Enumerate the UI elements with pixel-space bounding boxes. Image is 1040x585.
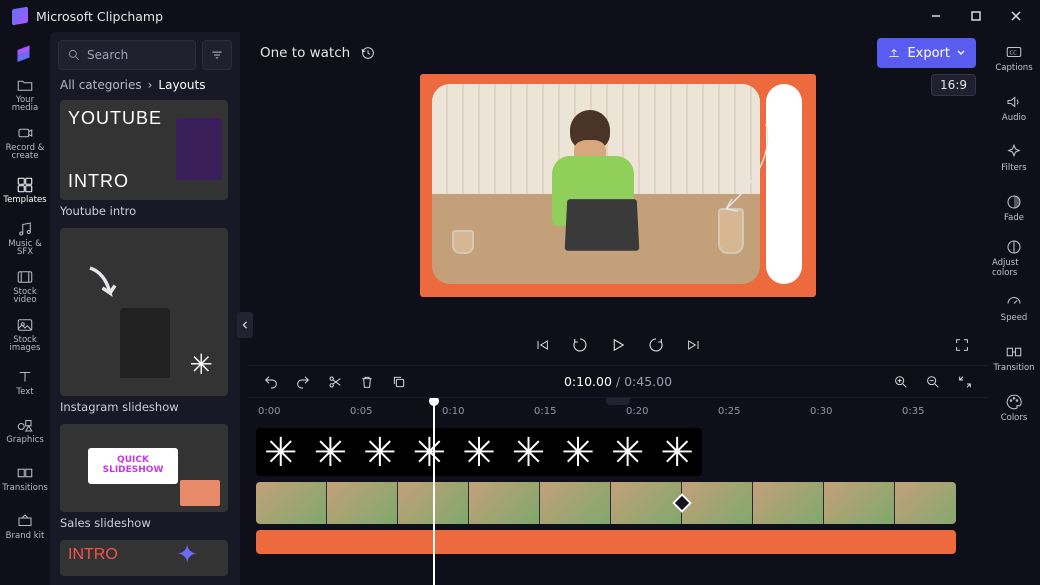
zoom-in-button[interactable] [892,373,910,391]
timeline-clip-audio[interactable] [256,530,956,554]
app-title: Microsoft Clipchamp [36,9,163,24]
fit-timeline-button[interactable] [956,373,974,391]
window-titlebar: Microsoft Clipchamp [0,0,1040,32]
search-input[interactable]: Search [58,40,196,70]
skip-back-button[interactable] [532,335,552,355]
export-button[interactable]: Export [877,38,976,68]
rewind-button[interactable] [570,335,590,355]
clipchamp-logo-icon [12,7,28,26]
aspect-ratio-selector[interactable]: 16:9 [931,74,976,96]
templates-panel: Search All categories › Layouts YOUTUBE … [50,32,240,585]
duplicate-button[interactable] [390,373,408,391]
window-minimize-button[interactable] [916,0,956,32]
delete-button[interactable] [358,373,376,391]
template-sales-slideshow[interactable]: QUICK SLIDESHOW Sales slideshow [60,424,230,530]
chevron-right-icon: › [148,78,153,92]
nav-music-sfx[interactable]: Music & SFX [4,216,46,260]
preview-subject [522,110,662,260]
inspector-colors[interactable]: Colors [992,386,1036,430]
inspector-fade[interactable]: Fade [992,186,1036,230]
timeline[interactable]: 0:00 0:05 0:10 0:15 0:20 0:25 0:30 0:35 … [248,397,988,585]
template-instagram-slideshow[interactable]: ✳ Instagram slideshow [60,228,230,414]
forward-button[interactable] [646,335,666,355]
playhead[interactable] [433,398,435,585]
upload-icon [887,46,901,60]
nav-stock-video[interactable]: Stock video [4,264,46,308]
timeline-ruler[interactable]: 0:00 0:05 0:10 0:15 0:20 0:25 0:30 0:35 [252,398,988,424]
inspector-audio[interactable]: Audio [992,86,1036,130]
window-maximize-button[interactable] [956,0,996,32]
tile-caption: Youtube intro [60,204,230,218]
nav-graphics[interactable]: Graphics [4,408,46,452]
inspector-filters[interactable]: Filters [992,136,1036,180]
nav-stock-images[interactable]: Stock images [4,312,46,356]
fullscreen-button[interactable] [952,335,972,355]
right-nav: CCCaptions Audio Filters Fade Adjust col… [988,32,1040,585]
inspector-transition[interactable]: Transition [992,336,1036,380]
redo-button[interactable] [294,373,312,391]
timecode-display: 0:10.00 / 0:45.00 [564,374,672,389]
transport-controls [248,325,988,365]
main-area: One to watch Export 16:9 [248,32,988,585]
tile-caption: Instagram slideshow [60,400,230,414]
breadcrumb: All categories › Layouts [50,78,240,100]
chevron-down-icon [956,48,966,58]
play-button[interactable] [608,335,628,355]
undo-button[interactable] [262,373,280,391]
tile-caption: Sales slideshow [60,516,230,530]
nav-your-media[interactable]: Your media [4,72,46,116]
filter-button[interactable] [202,40,232,70]
inspector-adjust-colors[interactable]: Adjust colors [992,236,1036,280]
window-close-button[interactable] [996,0,1036,32]
nav-text[interactable]: Text [4,360,46,404]
timeline-clip-overlay[interactable]: ✳✳✳✳✳✳✳✳✳ [256,428,702,476]
template-youtube-intro[interactable]: YOUTUBE INTRO Youtube intro [60,100,230,218]
timeline-clip-video[interactable] [256,482,956,524]
nav-record-create[interactable]: Record & create [4,120,46,164]
project-title[interactable]: One to watch [260,45,350,61]
nav-transitions[interactable]: Transitions [4,456,46,500]
skip-forward-button[interactable] [684,335,704,355]
video-preview[interactable]: ✳ [420,74,816,297]
left-nav: Your media Record & create Templates Mus… [0,32,50,585]
svg-text:CC: CC [1010,50,1018,56]
zoom-out-button[interactable] [924,373,942,391]
clipchamp-home-icon[interactable] [4,38,46,68]
nav-templates[interactable]: Templates [4,168,46,212]
crumb-current: Layouts [158,78,205,92]
inspector-captions[interactable]: CCCaptions [992,36,1036,80]
search-icon [67,48,81,62]
template-intro[interactable]: INTRO ✦ [60,540,230,576]
crumb-root[interactable]: All categories [60,78,142,92]
inspector-speed[interactable]: Speed [992,286,1036,330]
split-button[interactable] [326,373,344,391]
nav-brand-kit[interactable]: Brand kit [4,504,46,548]
history-icon[interactable] [360,45,376,61]
